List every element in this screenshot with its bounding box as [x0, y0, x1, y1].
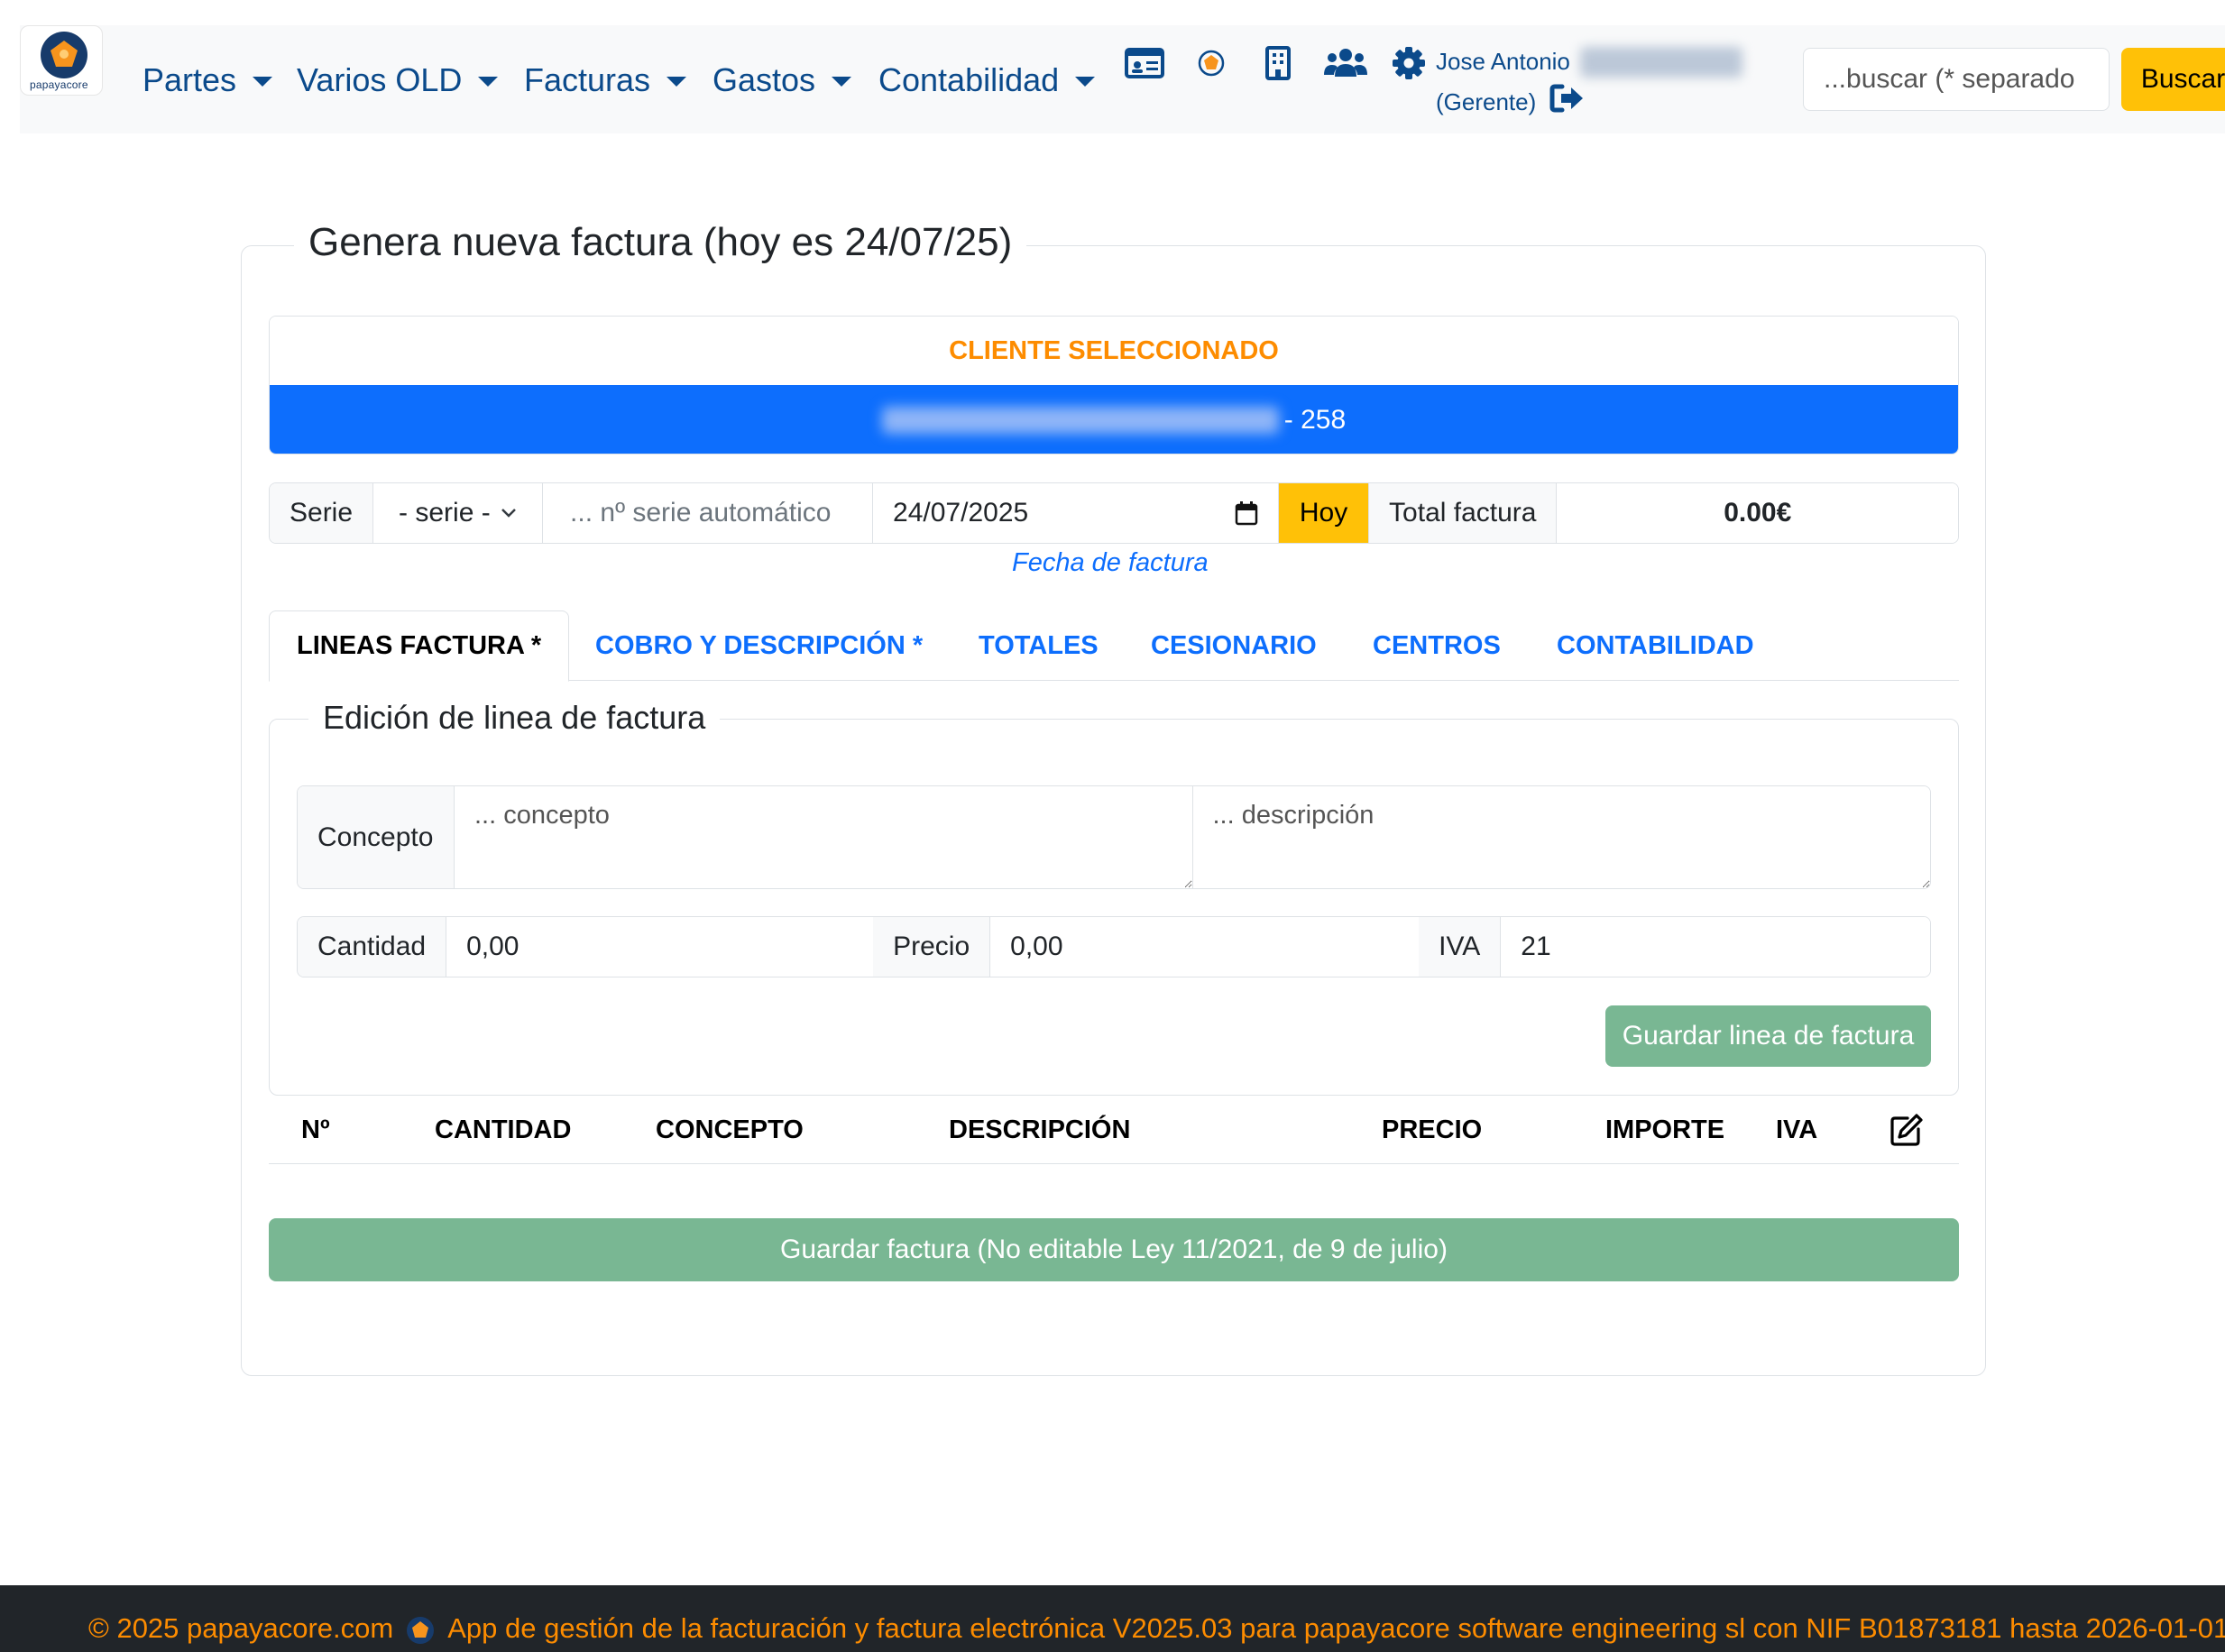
caret-down-icon [1075, 76, 1096, 87]
save-line-button[interactable]: Guardar linea de factura [1605, 1005, 1931, 1067]
cantidad-input[interactable] [446, 917, 874, 977]
gear-icon[interactable] [1391, 43, 1427, 83]
menu-gastos[interactable]: Gastos [713, 61, 852, 99]
chevron-down-icon [501, 509, 516, 518]
selected-client-bar[interactable]: - 258 [270, 385, 1958, 454]
tab-contabilidad[interactable]: CONTABILIDAD [1557, 610, 1754, 681]
save-invoice-button[interactable]: Guardar factura (No editable Ley 11/2021… [269, 1218, 1959, 1281]
descripcion-textarea[interactable] [1192, 786, 1930, 888]
menu-label: Contabilidad [878, 61, 1060, 98]
invoice-tabs: LINEAS FACTURA * COBRO Y DESCRIPCIÓN * T… [269, 610, 1959, 682]
tab-totales[interactable]: TOTALES [979, 610, 1099, 681]
user-role: (Gerente) [1436, 88, 1537, 115]
brand-logo[interactable]: papayacore [20, 25, 103, 96]
line-edit-title: Edición de linea de factura [308, 699, 721, 737]
calendar-icon[interactable] [1235, 500, 1258, 526]
tab-cobro-descripcion[interactable]: COBRO Y DESCRIPCIÓN * [595, 610, 923, 681]
serie-input-group: Serie - serie - ... nº serie automático … [269, 482, 1959, 544]
top-navbar: papayacore Partes Varios OLD Facturas Ga… [20, 25, 2225, 133]
serie-select[interactable]: - serie - [373, 483, 544, 543]
menu-contabilidad[interactable]: Contabilidad [878, 61, 1096, 99]
client-name-redacted [881, 407, 1279, 434]
serie-number-input[interactable]: ... nº serie automático [543, 483, 874, 543]
caret-down-icon [478, 76, 499, 87]
caret-down-icon [832, 76, 852, 87]
iva-input[interactable] [1501, 917, 1930, 977]
serie-select-value: - serie - [399, 498, 491, 528]
tab-centros[interactable]: CENTROS [1373, 610, 1501, 681]
search-button[interactable]: Buscar [2121, 48, 2225, 111]
menu-label: Facturas [524, 61, 651, 98]
invoice-date-value: 24/07/2025 [893, 498, 1029, 528]
papaya-logo-icon [41, 32, 87, 78]
menu-partes[interactable]: Partes [143, 61, 273, 99]
edit-icon [1889, 1096, 1924, 1164]
date-caption: Fecha de factura [1012, 548, 1209, 577]
invoice-lines-table-header: Nº CANTIDAD CONCEPTO DESCRIPCIÓN PRECIO … [269, 1096, 1959, 1164]
menu-label: Partes [143, 61, 237, 98]
cantidad-label: Cantidad [298, 917, 447, 977]
building-icon[interactable] [1264, 43, 1292, 83]
column-header-precio: PRECIO [1382, 1115, 1483, 1144]
papaya-logo-icon[interactable] [1196, 43, 1227, 83]
today-button[interactable]: Hoy [1279, 483, 1370, 543]
selected-client-heading: CLIENTE SELECCIONADO [270, 317, 1958, 385]
column-header-number: Nº [301, 1115, 330, 1144]
page-title: Genera nueva factura (hoy es 24/07/25) [294, 220, 1027, 265]
logout-icon[interactable] [1549, 83, 1586, 118]
concepto-label: Concepto [298, 786, 455, 888]
total-label: Total factura [1369, 483, 1558, 543]
brand-wordmark: papayacore [30, 78, 88, 91]
id-card-icon[interactable] [1124, 43, 1165, 83]
precio-input[interactable] [990, 917, 1420, 977]
user-surname-redacted [1580, 47, 1742, 78]
footer: © 2025 papayacore.com App de gestión de … [0, 1585, 2225, 1652]
footer-text: App de gestión de la facturación y factu… [447, 1612, 2225, 1644]
column-header-descripcion: DESCRIPCIÓN [949, 1115, 1131, 1144]
tab-cesionario[interactable]: CESIONARIO [1151, 610, 1317, 681]
serie-label: Serie [270, 483, 374, 543]
column-header-cantidad: CANTIDAD [435, 1115, 572, 1144]
tab-lineas-factura[interactable]: LINEAS FACTURA * [269, 610, 570, 682]
papaya-logo-icon [406, 1616, 435, 1645]
total-value: 0.00€ [1557, 483, 1958, 543]
menu-label: Gastos [713, 61, 816, 98]
precio-label: Precio [873, 917, 991, 977]
quantity-price-group: Cantidad Precio IVA [297, 916, 1931, 977]
menu-label: Varios OLD [297, 61, 463, 98]
caret-down-icon [667, 76, 687, 87]
caret-down-icon [253, 76, 273, 87]
menu-facturas[interactable]: Facturas [524, 61, 687, 99]
column-header-iva: IVA [1776, 1115, 1818, 1144]
users-icon[interactable] [1323, 43, 1368, 83]
selected-client-panel: CLIENTE SELECCIONADO - 258 [269, 316, 1959, 454]
client-id: - 258 [1283, 405, 1347, 435]
user-name: Jose Antonio [1436, 48, 1570, 75]
footer-copyright: © 2025 papayacore.com [88, 1612, 394, 1644]
invoice-date-input[interactable]: 24/07/2025 [873, 483, 1280, 543]
iva-label: IVA [1419, 917, 1502, 977]
concepto-input-group: Concepto [297, 785, 1931, 889]
search-input[interactable] [1803, 48, 2110, 111]
concepto-textarea[interactable] [455, 786, 1193, 888]
menu-varios-old[interactable]: Varios OLD [297, 61, 499, 99]
column-header-importe: IMPORTE [1605, 1115, 1725, 1144]
column-header-concepto: CONCEPTO [656, 1115, 804, 1144]
